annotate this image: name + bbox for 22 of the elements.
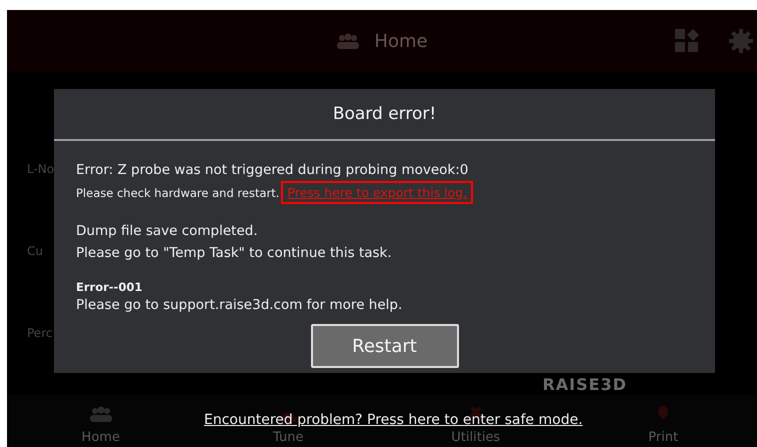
- nav-tab[interactable]: Print: [648, 430, 678, 445]
- people-icon: [336, 33, 360, 49]
- nav-tab[interactable]: Utilities: [451, 430, 500, 445]
- restart-button[interactable]: Restart: [310, 324, 458, 368]
- brand-logo: RAISE3D: [542, 375, 627, 394]
- nav-tab[interactable]: Home: [82, 430, 120, 445]
- nav-tab[interactable]: Tune: [273, 430, 304, 445]
- grid-icon[interactable]: [675, 29, 699, 53]
- status-message: Dump file save completed.: [76, 222, 259, 241]
- status-message: Please go to "Temp Task" to continue this task.: [76, 244, 393, 263]
- background-label: L-No: [27, 162, 54, 176]
- background-label: Cu: [27, 244, 44, 258]
- screen-title: Home: [374, 30, 428, 52]
- export-log-link[interactable]: Press here to export this log.: [281, 181, 474, 204]
- hint-text: Please check hardware and restart.: [76, 186, 280, 200]
- dialog-title: Board error!: [54, 89, 715, 141]
- safe-mode-link[interactable]: Encountered problem? Press here to enter safe mode.: [204, 412, 583, 428]
- people-icon: [88, 406, 113, 422]
- error-message: Error: Z probe was not triggered during probing moveok:0: [76, 161, 470, 180]
- error-code: Error--001: [76, 280, 144, 294]
- help-message: Please go to support.raise3d.com for more help.: [76, 296, 404, 315]
- background-label: Perc: [27, 326, 54, 340]
